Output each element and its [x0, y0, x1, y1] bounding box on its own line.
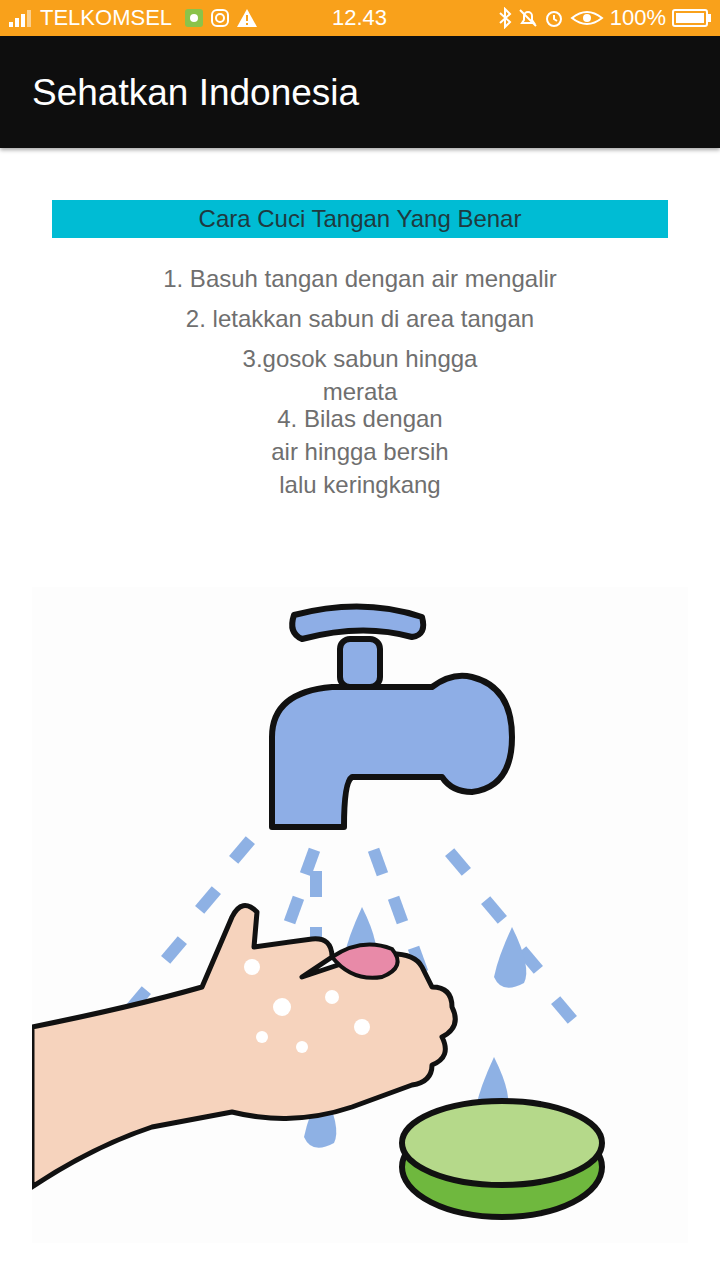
- step-item: 4. Bilas dengan air hingga bersih lalu k…: [271, 402, 448, 501]
- banner-title: Cara Cuci Tangan Yang Benar: [199, 207, 522, 231]
- app-bar: Sehatkan Indonesia: [0, 36, 720, 148]
- banner: Cara Cuci Tangan Yang Benar: [52, 200, 668, 238]
- step-item: 1. Basuh tangan dengan air mengalir: [163, 262, 557, 295]
- app-title: Sehatkan Indonesia: [32, 74, 359, 111]
- step-item: 2. letakkan sabun di area tangan: [186, 302, 534, 335]
- alarm-icon: [544, 8, 564, 28]
- bluetooth-icon: [498, 7, 512, 29]
- warning-icon: [236, 8, 258, 28]
- carrier-label: TELKOMSEL: [40, 7, 172, 29]
- handwash-illustration: [32, 587, 688, 1243]
- steps-list: 1. Basuh tangan dengan air mengalir 2. le…: [163, 262, 557, 501]
- battery-icon: [672, 8, 712, 28]
- battery-label: 100%: [610, 7, 666, 29]
- notification-icon: [184, 8, 204, 28]
- step-item: 3.gosok sabun hingga merata: [243, 342, 478, 408]
- handwash-icon: [32, 587, 688, 1243]
- signal-icon: [8, 8, 34, 28]
- mute-icon: [518, 8, 538, 28]
- clock: 12.43: [332, 7, 387, 29]
- status-bar: TELKOMSEL 12.43 100%: [0, 0, 720, 36]
- eye-icon: [570, 8, 604, 28]
- instagram-icon: [210, 8, 230, 28]
